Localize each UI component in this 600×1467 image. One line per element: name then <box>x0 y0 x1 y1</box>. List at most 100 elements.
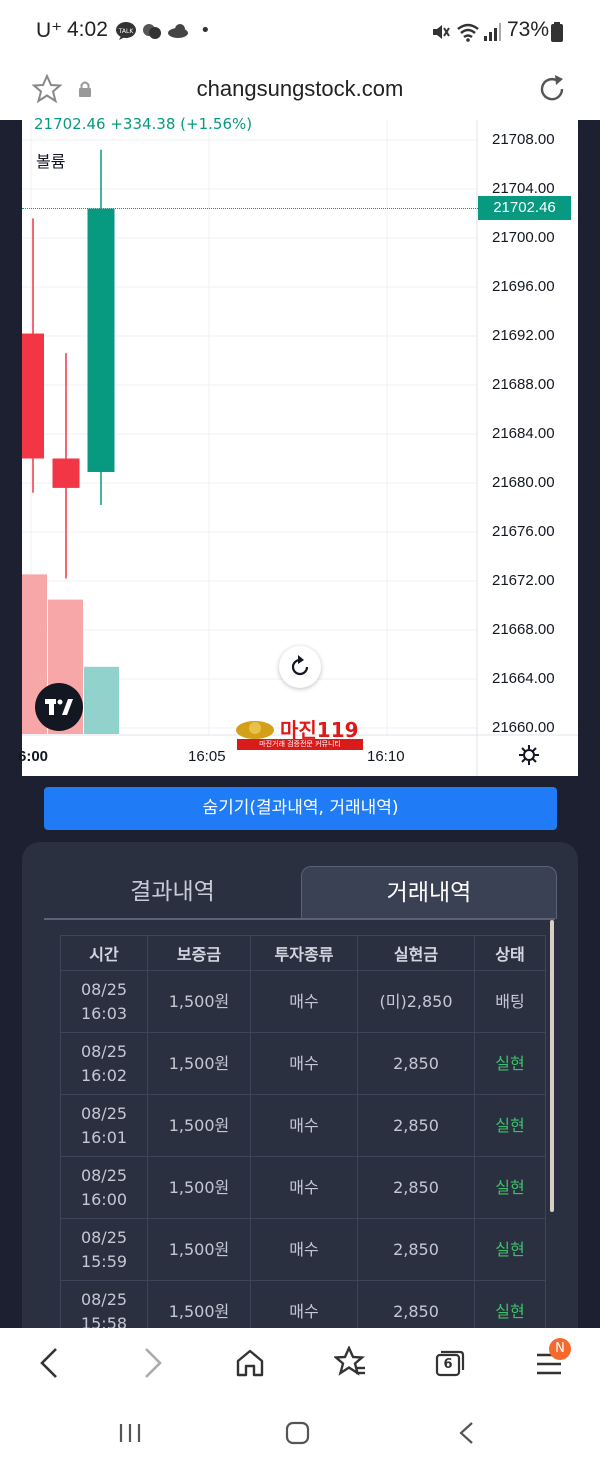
cell-date: 08/25 <box>80 1165 128 1185</box>
cell-time: 16:02 <box>80 1065 128 1085</box>
system-back-icon[interactable] <box>456 1420 476 1446</box>
cell-date: 08/25 <box>80 979 128 999</box>
rotate-icon <box>291 655 309 676</box>
cell-type: 매수 <box>250 1156 358 1219</box>
wifi-icon <box>457 23 479 42</box>
y-tick: 21668.00 <box>492 621 555 638</box>
chart-header-price: 21702.46 +334.38 (+1.56%) <box>34 115 253 133</box>
y-tick: 21700.00 <box>492 229 555 246</box>
cell-type: 매수 <box>250 1218 358 1281</box>
chat-icon <box>143 24 161 39</box>
y-tick: 21708.00 <box>492 131 555 148</box>
cell-type: 매수 <box>250 1032 358 1095</box>
cell-time: 16:01 <box>80 1127 128 1147</box>
cell-type: 매수 <box>250 970 358 1033</box>
cell-date-time: 08/25 16:02 <box>60 1032 148 1095</box>
price-chart[interactable]: 21702.46 +334.38 (+1.56%) 볼륨 21708.00 217… <box>18 115 578 776</box>
candle-body <box>87 208 115 472</box>
table-row: 08/25 16:01 1,500원 매수 2,850 실현 <box>60 1094 546 1157</box>
battery-percent: 73% <box>507 18 550 41</box>
tab-results[interactable]: 결과내역 <box>44 866 301 918</box>
table-row: 08/25 15:59 1,500원 매수 2,850 실현 <box>60 1218 546 1281</box>
carrier-label: U⁺ <box>36 19 63 42</box>
cell-deposit: 1,500원 <box>147 1094 251 1157</box>
y-tick: 21664.00 <box>492 670 555 687</box>
cell-date-time: 08/25 16:03 <box>60 970 148 1033</box>
cell-date: 08/25 <box>80 1041 128 1061</box>
volume-label: 볼륨 <box>36 152 66 171</box>
signal-icon <box>484 23 501 41</box>
cell-amount: 2,850 <box>357 1032 475 1095</box>
table-row: 08/25 16:00 1,500원 매수 2,850 실현 <box>60 1156 546 1219</box>
tradingview-logo-icon <box>45 699 73 715</box>
reload-icon[interactable] <box>538 74 568 104</box>
y-tick: 21676.00 <box>492 523 555 540</box>
cell-status: 실현 <box>474 1094 546 1157</box>
hide-history-button[interactable]: 숨기기(결과내역, 거래내역) <box>44 787 557 830</box>
y-tick: 21696.00 <box>492 278 555 295</box>
cloud-icon <box>168 24 188 38</box>
cell-time: 16:03 <box>80 1003 128 1023</box>
talk-icon: TALK <box>116 22 136 40</box>
y-tick: 21684.00 <box>492 425 555 442</box>
history-panel: 결과내역 거래내역 시간 보증금 투자종류 실현금 상태 08/25 16:03 1… <box>22 842 578 1362</box>
cell-deposit: 1,500원 <box>147 1156 251 1219</box>
url-text[interactable]: changsungstock.com <box>0 76 600 102</box>
browser-address-bar: changsungstock.com <box>0 62 600 120</box>
cell-amount: (미)2,850 <box>357 970 475 1033</box>
trade-history-table: 시간 보증금 투자종류 실현금 상태 08/25 16:03 1,500원 매수 (미)… <box>60 935 546 1343</box>
cell-time: 16:00 <box>80 1189 128 1209</box>
candle-body <box>52 458 80 488</box>
column-header: 상태 <box>474 935 546 971</box>
cell-amount: 2,850 <box>357 1156 475 1219</box>
x-tick: 16:05 <box>188 748 226 765</box>
cell-status: 실현 <box>474 1218 546 1281</box>
cell-date-time: 08/25 16:00 <box>60 1156 148 1219</box>
y-tick: 21660.00 <box>492 719 555 736</box>
watermark-subtitle: 마진거래 검증전문 커뮤니티 <box>237 739 363 750</box>
battery-icon <box>551 22 563 42</box>
cell-date: 08/25 <box>80 1103 128 1123</box>
tab-trades[interactable]: 거래내역 <box>301 866 557 919</box>
reset-chart-button[interactable] <box>279 646 321 688</box>
y-tick: 21680.00 <box>492 474 555 491</box>
column-header: 투자종류 <box>250 935 358 971</box>
back-icon[interactable] <box>36 1346 62 1380</box>
cell-amount: 2,850 <box>357 1218 475 1281</box>
column-header: 실현금 <box>357 935 475 971</box>
cell-deposit: 1,500원 <box>147 1032 251 1095</box>
last-price-badge: 21702.46 <box>478 195 571 220</box>
chart-settings-gear-icon[interactable] <box>518 744 540 766</box>
panel-scrollbar[interactable] <box>550 920 554 1212</box>
x-tick: 6:00 <box>18 748 49 765</box>
table-row: 08/25 16:02 1,500원 매수 2,850 실현 <box>60 1032 546 1095</box>
cell-deposit: 1,500원 <box>147 1218 251 1281</box>
tabs-button[interactable]: 6 <box>435 1350 465 1377</box>
home-icon[interactable] <box>235 1348 265 1378</box>
candle-body <box>22 333 44 459</box>
table-row: 08/25 16:03 1,500원 매수 (미)2,850 배팅 <box>60 970 546 1033</box>
cell-amount: 2,850 <box>357 1094 475 1157</box>
column-header: 시간 <box>60 935 148 971</box>
cell-status: 배팅 <box>474 970 546 1033</box>
cell-date-time: 08/25 16:01 <box>60 1094 148 1157</box>
bookmarks-icon[interactable] <box>334 1346 366 1378</box>
recent-apps-icon[interactable] <box>118 1422 142 1444</box>
status-time: 4:02 <box>67 18 108 41</box>
y-tick: 21692.00 <box>492 327 555 344</box>
svg-text:TALK: TALK <box>118 28 135 35</box>
tab-count: 6 <box>443 1357 453 1372</box>
y-tick: 21704.00 <box>492 180 555 197</box>
cell-date: 08/25 <box>80 1289 128 1309</box>
tradingview-logo <box>35 683 83 731</box>
cell-status: 실현 <box>474 1032 546 1095</box>
mute-icon <box>433 25 450 39</box>
cell-date-time: 08/25 15:59 <box>60 1218 148 1281</box>
forward-icon[interactable] <box>140 1346 166 1380</box>
browser-bottom-bar: 6 N <box>0 1328 600 1467</box>
status-bar: U⁺ 4:02 TALK • 73% <box>0 0 600 62</box>
home-button-icon[interactable] <box>285 1421 311 1445</box>
last-price-line <box>22 207 478 209</box>
cell-type: 매수 <box>250 1094 358 1157</box>
volume-bar <box>84 666 119 734</box>
